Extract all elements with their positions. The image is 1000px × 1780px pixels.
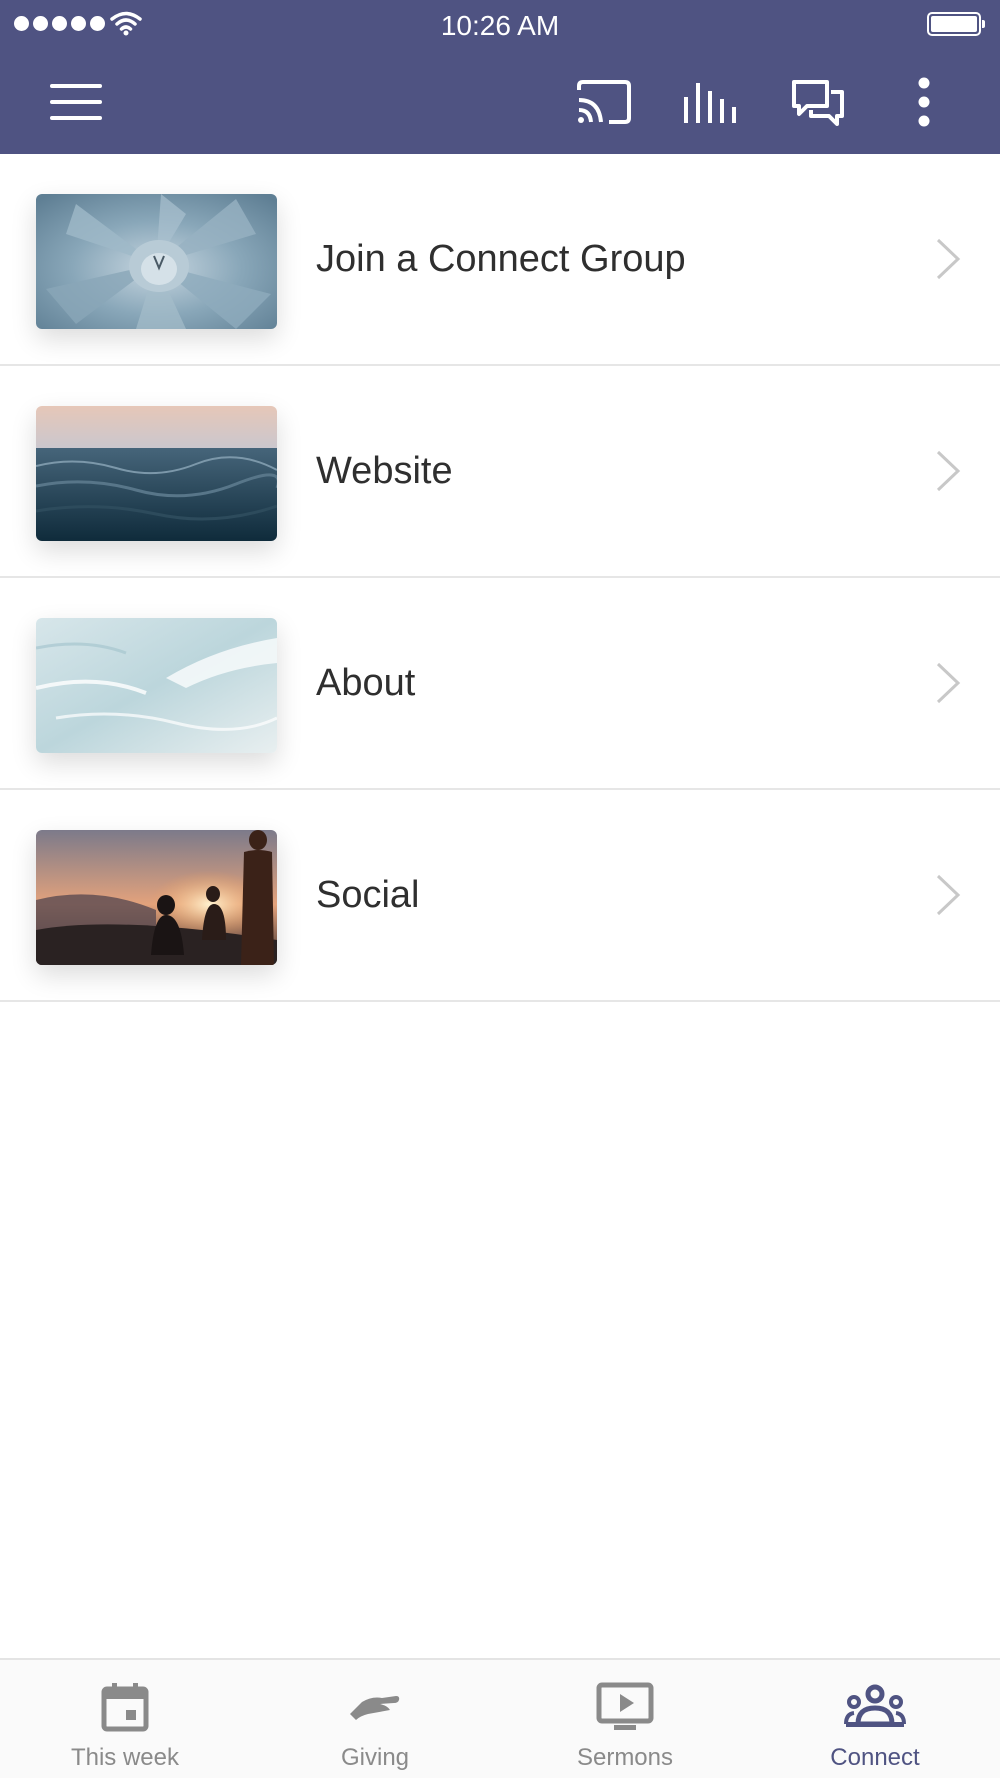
chat-button[interactable] [786,70,850,134]
list-item-social[interactable]: Social [0,790,1000,1002]
tab-sermons[interactable]: Sermons [500,1660,750,1780]
tab-this-week[interactable]: This week [0,1660,250,1780]
list-item-label: Social [316,874,420,916]
list-item-website[interactable]: Website [0,366,1000,578]
connect-list: Join a Connect Group Website About Socia… [0,154,1000,1002]
tab-label: Giving [340,1744,410,1771]
agave-plant-thumbnail [36,194,277,329]
list-item-label: About [316,662,416,704]
more-vertical-icon [918,77,930,127]
tab-connect[interactable]: Connect [750,1660,1000,1780]
cast-icon [577,80,631,124]
app-header: 10:26 AM [0,0,1000,154]
cast-button[interactable] [572,70,636,134]
play-screen-icon [596,1682,654,1730]
group-icon [844,1684,906,1727]
bottom-tab-bar: This week Giving Sermons Connect [0,1658,1000,1778]
list-item-label: Website [316,450,453,492]
chevron-right-icon [936,450,961,492]
calendar-icon [101,1683,149,1732]
shallow-water-thumbnail [36,618,277,753]
tab-label: Sermons [576,1744,674,1771]
menu-icon [50,84,102,120]
list-item-about[interactable]: About [0,578,1000,790]
tab-giving[interactable]: Giving [250,1660,500,1780]
chevron-right-icon [936,238,961,280]
chevron-right-icon [936,874,961,916]
sunset-people-thumbnail [36,830,277,965]
list-item-join-connect-group[interactable]: Join a Connect Group [0,154,1000,366]
ocean-waves-thumbnail [36,406,277,541]
battery-icon [927,12,985,36]
audio-button[interactable] [678,70,742,134]
tab-label: Connect [830,1744,920,1771]
menu-button[interactable] [44,70,108,134]
tab-label: This week [70,1744,180,1771]
status-time: 10:26 AM [440,10,560,41]
chevron-right-icon [936,662,961,704]
list-item-label: Join a Connect Group [316,238,686,280]
chat-icon [792,80,844,126]
status-bar: 10:26 AM [0,0,1000,50]
more-button[interactable] [892,70,956,134]
audio-bars-icon [684,83,736,123]
giving-hand-icon [350,1696,400,1720]
